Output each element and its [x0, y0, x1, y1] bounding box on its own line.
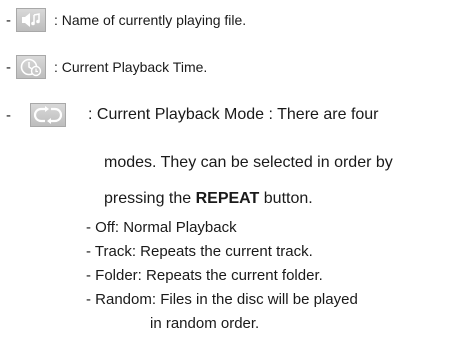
description-line: modes. They can be selected in order by	[104, 154, 393, 171]
text-run: pressing the	[104, 190, 196, 207]
speaker-note-icon	[16, 8, 46, 32]
mode-item-off: - Off: Normal Playback	[86, 219, 237, 236]
item-text: : Current Playback Time.	[54, 59, 208, 75]
mode-description: modes. They can be selected in order by …	[104, 149, 393, 212]
text-run: button.	[259, 190, 313, 207]
repeat-keyword: REPEAT	[195, 190, 260, 207]
mode-list: - Off: Normal Playback - Track: Repeats …	[86, 216, 358, 336]
bullet: -	[6, 11, 11, 29]
mode-item-random-continuation: in random order.	[150, 315, 260, 332]
description-line: pressing the REPEAT button.	[104, 185, 393, 212]
item-text: : Current Playback Mode : There are four	[88, 106, 379, 123]
mode-item-random: - Random: Files in the disc will be play…	[86, 291, 358, 308]
bullet: -	[6, 58, 11, 76]
mode-item-track: - Track: Repeats the current track.	[86, 243, 313, 260]
list-item-playback-mode: - : Current Playback Mode : There are fo…	[6, 103, 379, 127]
clock-icon	[16, 55, 46, 79]
bullet: -	[6, 106, 11, 124]
item-text: : Name of currently playing file.	[54, 12, 247, 28]
repeat-loop-icon	[30, 103, 66, 127]
mode-item-folder: - Folder: Repeats the current folder.	[86, 267, 323, 284]
list-item-playback-time: - : Current Playback Time.	[6, 55, 207, 79]
list-item-file-name: - : Name of currently playing file.	[6, 8, 246, 32]
